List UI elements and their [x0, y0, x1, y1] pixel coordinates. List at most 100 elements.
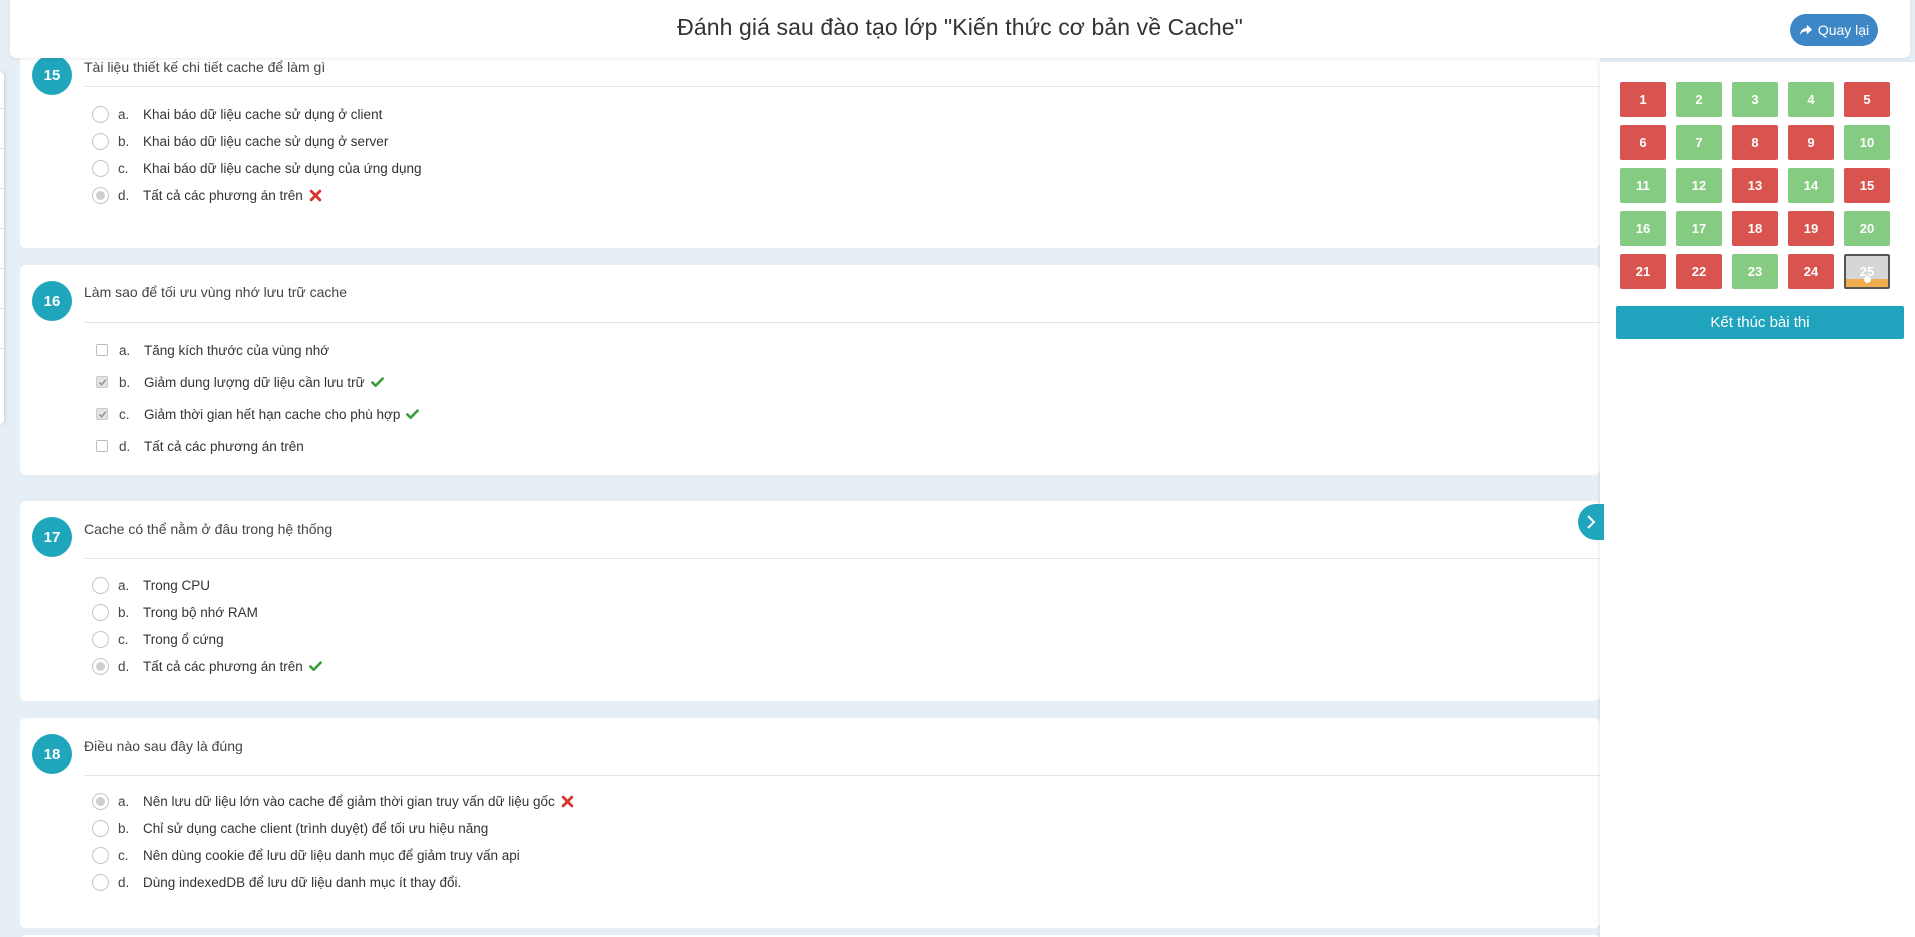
- question-number-badge: 18: [32, 734, 72, 774]
- finish-exam-button[interactable]: Kết thúc bài thi: [1616, 306, 1904, 339]
- radio-button[interactable]: [92, 603, 109, 621]
- question-navigator-panel: 1 2 3 4 5 6 7 8 9 10 11 12 13 14 15 16 17 18 19 20 21 22 23 24 2…: [1600, 62, 1915, 937]
- answer-option[interactable]: d. Dùng indexedDB để lưu dữ liệu danh mụ…: [92, 872, 461, 892]
- question-card: 16 Làm sao để tối ưu vùng nhớ lưu trữ ca…: [20, 265, 1600, 475]
- answer-option[interactable]: b. Khai báo dữ liệu cache sử dụng ở serv…: [92, 131, 388, 151]
- page-title: Đánh giá sau đào tạo lớp "Kiến thức cơ b…: [677, 14, 1243, 40]
- question-nav-cell[interactable]: 2: [1676, 82, 1722, 117]
- question-card: 17 Cache có thể nằm ở đâu trong hệ thống…: [20, 501, 1600, 701]
- correct-check-icon: [406, 408, 420, 421]
- question-nav-cell[interactable]: 9: [1788, 125, 1834, 160]
- question-text: Cache có thể nằm ở đâu trong hệ thống: [84, 521, 333, 537]
- question-nav-cell[interactable]: 15: [1844, 168, 1890, 203]
- question-list: 15 Tài liệu thiết kế chi tiết cache để l…: [20, 58, 1600, 937]
- answer-option[interactable]: c. Nên dùng cookie để lưu dữ liệu danh m…: [92, 845, 520, 865]
- question-nav-cell[interactable]: 21: [1620, 254, 1666, 289]
- option-text: Nên dùng cookie để lưu dữ liệu danh mục …: [143, 847, 520, 863]
- question-number-badge: 17: [32, 517, 72, 557]
- question-nav-cell[interactable]: 22: [1676, 254, 1722, 289]
- option-text: Giảm dung lượng dữ liệu cần lưu trữ: [144, 374, 365, 390]
- option-text: Nên lưu dữ liệu lớn vào cache để giảm th…: [143, 793, 555, 809]
- option-text: Trong ổ cứng: [143, 631, 224, 647]
- radio-button[interactable]: [92, 132, 109, 150]
- answer-option[interactable]: d. Tất cả các phương án trên: [92, 656, 322, 676]
- answer-option[interactable]: a. Khai báo dữ liệu cache sử dụng ở clie…: [92, 104, 382, 124]
- question-nav-cell[interactable]: 8: [1732, 125, 1778, 160]
- question-text: Tài liệu thiết kế chi tiết cache để làm …: [84, 59, 326, 75]
- checkbox-checked[interactable]: [96, 376, 108, 388]
- question-nav-cell[interactable]: 16: [1620, 211, 1666, 246]
- page-header: Đánh giá sau đào tạo lớp "Kiến thức cơ b…: [10, 0, 1910, 58]
- wrong-x-icon: [561, 795, 574, 808]
- question-nav-cell[interactable]: 23: [1732, 254, 1778, 289]
- question-card: 15 Tài liệu thiết kế chi tiết cache để l…: [20, 58, 1600, 248]
- radio-button[interactable]: [92, 873, 109, 891]
- question-text: Điều nào sau đây là đúng: [84, 738, 243, 754]
- checkbox[interactable]: [96, 440, 108, 452]
- option-text: Tăng kích thước của vùng nhớ: [144, 342, 330, 358]
- radio-button[interactable]: [92, 846, 109, 864]
- option-text: Tất cả các phương án trên: [143, 658, 303, 674]
- answer-option[interactable]: b. Chỉ sử dụng cache client (trình duyệt…: [92, 818, 488, 838]
- radio-button[interactable]: [92, 630, 109, 648]
- option-text: Khai báo dữ liệu cache sử dụng của ứng d…: [143, 160, 422, 176]
- question-nav-cell[interactable]: 19: [1788, 211, 1834, 246]
- answer-option[interactable]: a. Tăng kích thước của vùng nhớ: [92, 340, 329, 360]
- question-nav-cell[interactable]: 12: [1676, 168, 1722, 203]
- question-nav-cell[interactable]: 1: [1620, 82, 1666, 117]
- question-nav-cell[interactable]: 11: [1620, 168, 1666, 203]
- question-nav-cell[interactable]: 17: [1676, 211, 1722, 246]
- question-nav-cell[interactable]: 14: [1788, 168, 1834, 203]
- wrong-x-icon: [309, 189, 322, 202]
- question-number-badge: 16: [32, 281, 72, 321]
- share-arrow-icon: [1799, 23, 1813, 37]
- radio-button[interactable]: [92, 105, 109, 123]
- checkbox[interactable]: [96, 344, 108, 356]
- question-nav-cell[interactable]: 13: [1732, 168, 1778, 203]
- option-text: Khai báo dữ liệu cache sử dụng ở client: [143, 106, 383, 122]
- option-text: Giảm thời gian hết hạn cache cho phù hợp: [144, 406, 401, 422]
- back-button[interactable]: Quay lại: [1790, 14, 1878, 46]
- question-nav-cell[interactable]: 10: [1844, 125, 1890, 160]
- left-sidebar-edge[interactable]: [0, 72, 4, 424]
- question-nav-cell[interactable]: 5: [1844, 82, 1890, 117]
- answer-option[interactable]: c. Trong ổ cứng: [92, 629, 224, 649]
- radio-button-selected[interactable]: [92, 792, 109, 810]
- radio-button-selected[interactable]: [92, 186, 109, 204]
- answer-option[interactable]: d. Tất cả các phương án trên: [92, 185, 322, 205]
- radio-button[interactable]: [92, 159, 109, 177]
- question-nav-cell[interactable]: 6: [1620, 125, 1666, 160]
- question-navigator-grid: 1 2 3 4 5 6 7 8 9 10 11 12 13 14 15 16 17 18 19 20 21 22 23 24 2…: [1620, 82, 1890, 289]
- checkbox-checked[interactable]: [96, 408, 108, 420]
- answer-option[interactable]: c. Khai báo dữ liệu cache sử dụng của ứn…: [92, 158, 422, 178]
- option-text: Trong CPU: [143, 577, 211, 593]
- correct-check-icon: [308, 660, 322, 673]
- answer-option[interactable]: a. Nên lưu dữ liệu lớn vào cache để giảm…: [92, 791, 574, 811]
- question-nav-cell[interactable]: 7: [1676, 125, 1722, 160]
- question-nav-cell[interactable]: 24: [1788, 254, 1834, 289]
- answer-option[interactable]: a. Trong CPU: [92, 575, 210, 595]
- question-card: 18 Điều nào sau đây là đúng a. Nên lưu d…: [20, 718, 1600, 928]
- question-nav-cell[interactable]: 18: [1732, 211, 1778, 246]
- answer-option[interactable]: c. Giảm thời gian hết hạn cache cho phù …: [92, 404, 420, 424]
- option-text: Chỉ sử dụng cache client (trình duyệt) đ…: [143, 820, 489, 836]
- answer-option[interactable]: b. Giảm dung lượng dữ liệu cần lưu trữ: [92, 372, 384, 392]
- radio-button[interactable]: [92, 819, 109, 837]
- option-text: Khai báo dữ liệu cache sử dụng ở server: [143, 133, 389, 149]
- back-button-label: Quay lại: [1817, 22, 1870, 38]
- answer-option[interactable]: b. Trong bộ nhớ RAM: [92, 602, 258, 622]
- radio-button-selected[interactable]: [92, 657, 109, 675]
- option-text: Trong bộ nhớ RAM: [143, 604, 258, 620]
- option-text: Tất cả các phương án trên: [144, 438, 304, 454]
- question-nav-cell[interactable]: 3: [1732, 82, 1778, 117]
- question-nav-cell[interactable]: 25: [1844, 254, 1890, 289]
- option-text: Dùng indexedDB để lưu dữ liệu danh mục í…: [143, 874, 462, 890]
- chevron-right-icon: [1584, 514, 1598, 530]
- radio-button[interactable]: [92, 576, 109, 594]
- question-text: Làm sao để tối ưu vùng nhớ lưu trữ cache: [84, 284, 347, 300]
- question-nav-cell[interactable]: 20: [1844, 211, 1890, 246]
- correct-check-icon: [370, 376, 384, 389]
- question-number-badge: 15: [32, 58, 72, 95]
- answer-option[interactable]: d. Tất cả các phương án trên: [92, 436, 304, 456]
- question-nav-cell[interactable]: 4: [1788, 82, 1834, 117]
